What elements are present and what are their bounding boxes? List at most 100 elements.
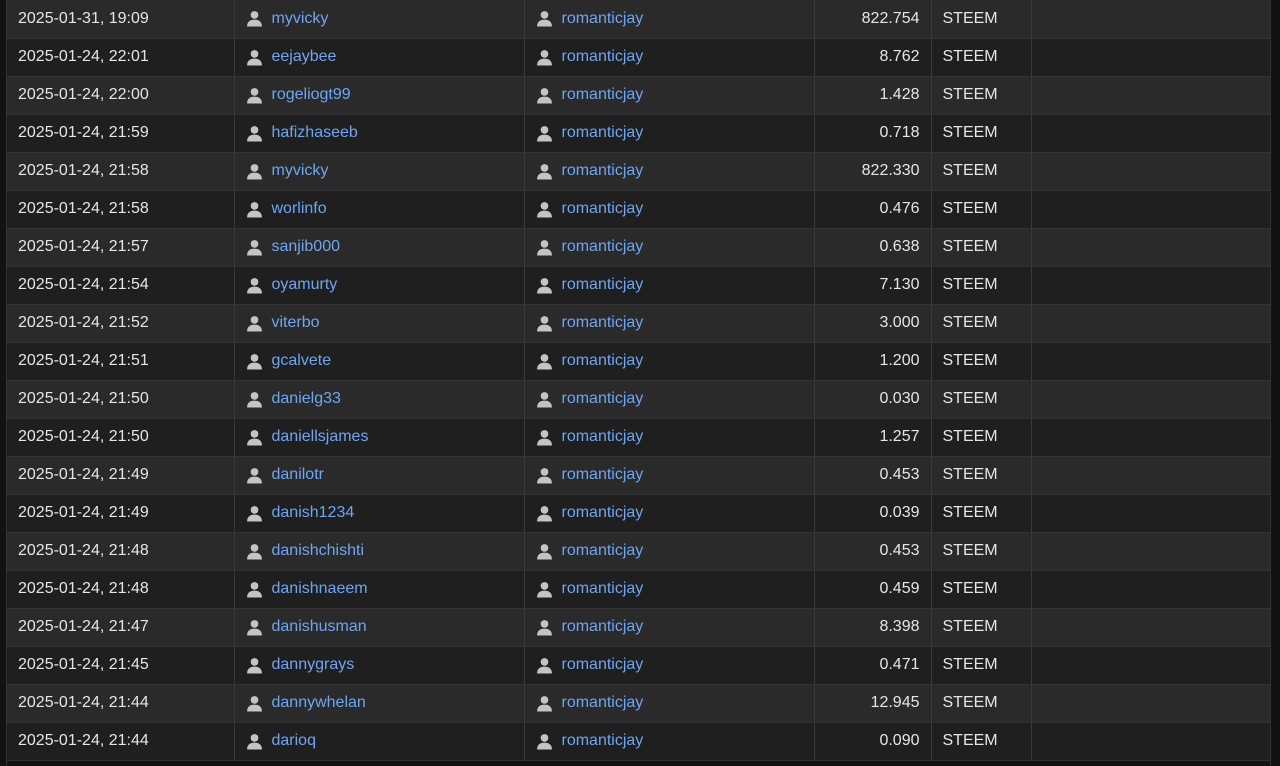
- table-row: 2025-01-24, 21:50 danielg33 romanticjay …: [7, 380, 1270, 419]
- transfer-date: 2025-01-24, 21:58: [7, 152, 235, 191]
- from-user-link[interactable]: darioq: [272, 732, 316, 750]
- from-user: dannygrays: [246, 656, 513, 674]
- transfer-from: danielg33: [234, 380, 525, 419]
- transfer-from: danishchishti: [234, 532, 525, 571]
- from-user-link[interactable]: dannygrays: [272, 656, 355, 674]
- user-icon: [536, 505, 552, 521]
- to-user: romanticjay: [536, 694, 803, 712]
- to-user-link[interactable]: romanticjay: [562, 162, 644, 180]
- transfer-to: romanticjay: [524, 570, 815, 609]
- to-user: romanticjay: [536, 390, 803, 408]
- transfer-amount: 822.330: [814, 152, 932, 191]
- from-user-link[interactable]: daniellsjames: [272, 428, 369, 446]
- user-icon: [246, 505, 262, 521]
- from-user-link[interactable]: danishusman: [272, 618, 367, 636]
- to-user-link[interactable]: romanticjay: [562, 200, 644, 218]
- transfers-table: 2025-01-31, 19:09 myvicky romanticjay 82…: [7, 0, 1270, 761]
- from-user-link[interactable]: sanjib000: [272, 238, 341, 256]
- transfer-to: romanticjay: [524, 114, 815, 153]
- transfer-from: danish1234: [234, 494, 525, 533]
- transfer-date-text: 2025-01-24, 21:59: [18, 124, 149, 141]
- from-user-link[interactable]: viterbo: [272, 314, 320, 332]
- transfer-to: romanticjay: [524, 418, 815, 457]
- transfer-from: myvicky: [234, 0, 525, 39]
- transfer-amount-text: 0.030: [879, 390, 920, 407]
- transfer-to: romanticjay: [524, 266, 815, 305]
- to-user-link[interactable]: romanticjay: [562, 504, 644, 522]
- transfer-from: danishnaeem: [234, 570, 525, 609]
- user-icon: [246, 239, 262, 255]
- transfer-from: myvicky: [234, 152, 525, 191]
- to-user-link[interactable]: romanticjay: [562, 580, 644, 598]
- to-user-link[interactable]: romanticjay: [562, 314, 644, 332]
- transfer-amount-text: 3.000: [879, 314, 920, 331]
- user-icon: [536, 87, 552, 103]
- transfer-asset: STEEM: [931, 304, 1032, 343]
- to-user-link[interactable]: romanticjay: [562, 352, 644, 370]
- from-user-link[interactable]: danielg33: [272, 390, 341, 408]
- transfer-date-text: 2025-01-24, 21:50: [18, 390, 149, 407]
- to-user: romanticjay: [536, 10, 803, 28]
- transfer-date-text: 2025-01-24, 21:47: [18, 618, 149, 635]
- to-user-link[interactable]: romanticjay: [562, 466, 644, 484]
- to-user-link[interactable]: romanticjay: [562, 276, 644, 294]
- to-user: romanticjay: [536, 162, 803, 180]
- to-user-link[interactable]: romanticjay: [562, 10, 644, 28]
- from-user: gcalvete: [246, 352, 513, 370]
- transfer-asset: STEEM: [931, 76, 1032, 115]
- from-user-link[interactable]: danish1234: [272, 504, 355, 522]
- to-user-link[interactable]: romanticjay: [562, 618, 644, 636]
- to-user-link[interactable]: romanticjay: [562, 124, 644, 142]
- transfer-amount: 0.459: [814, 570, 932, 609]
- user-icon: [246, 581, 262, 597]
- from-user-link[interactable]: danishchishti: [272, 542, 365, 560]
- transfer-memo: [1031, 722, 1270, 761]
- to-user: romanticjay: [536, 276, 803, 294]
- transfer-date-text: 2025-01-24, 21:52: [18, 314, 149, 331]
- transfer-date: 2025-01-31, 19:09: [7, 0, 235, 39]
- from-user-link[interactable]: worlinfo: [272, 200, 327, 218]
- from-user-link[interactable]: oyamurty: [272, 276, 338, 294]
- from-user-link[interactable]: rogeliogt99: [272, 86, 351, 104]
- table-row: 2025-01-24, 21:51 gcalvete romanticjay 1…: [7, 342, 1270, 381]
- transfer-date-text: 2025-01-24, 21:44: [18, 732, 149, 749]
- to-user-link[interactable]: romanticjay: [562, 48, 644, 66]
- to-user-link[interactable]: romanticjay: [562, 694, 644, 712]
- to-user-link[interactable]: romanticjay: [562, 656, 644, 674]
- from-user: danilotr: [246, 466, 513, 484]
- transfer-date-text: 2025-01-24, 21:54: [18, 276, 149, 293]
- to-user-link[interactable]: romanticjay: [562, 238, 644, 256]
- to-user-link[interactable]: romanticjay: [562, 542, 644, 560]
- transfer-from: darioq: [234, 722, 525, 761]
- transfers-table-container: 2025-01-31, 19:09 myvicky romanticjay 82…: [6, 0, 1271, 766]
- user-icon: [536, 657, 552, 673]
- table-row: 2025-01-24, 22:01 eejaybee romanticjay 8…: [7, 38, 1270, 77]
- transfer-memo: [1031, 456, 1270, 495]
- transfer-from: worlinfo: [234, 190, 525, 229]
- to-user-link[interactable]: romanticjay: [562, 86, 644, 104]
- user-icon: [246, 353, 262, 369]
- user-icon: [246, 87, 262, 103]
- to-user-link[interactable]: romanticjay: [562, 390, 644, 408]
- transfer-from: dannywhelan: [234, 684, 525, 723]
- to-user: romanticjay: [536, 618, 803, 636]
- transfer-amount: 8.762: [814, 38, 932, 77]
- from-user-link[interactable]: hafizhaseeb: [272, 124, 358, 142]
- transfer-date-text: 2025-01-24, 21:48: [18, 542, 149, 559]
- from-user-link[interactable]: eejaybee: [272, 48, 337, 66]
- transfer-asset-text: STEEM: [942, 656, 998, 673]
- user-icon: [246, 733, 262, 749]
- from-user-link[interactable]: danishnaeem: [272, 580, 368, 598]
- to-user-link[interactable]: romanticjay: [562, 732, 644, 750]
- table-row: 2025-01-24, 21:47 danishusman romanticja…: [7, 608, 1270, 647]
- transfer-amount: 0.039: [814, 494, 932, 533]
- from-user-link[interactable]: danilotr: [272, 466, 324, 484]
- from-user-link[interactable]: myvicky: [272, 162, 329, 180]
- from-user-link[interactable]: myvicky: [272, 10, 329, 28]
- to-user-link[interactable]: romanticjay: [562, 428, 644, 446]
- transfer-asset-text: STEEM: [942, 694, 998, 711]
- table-row: 2025-01-24, 21:58 myvicky romanticjay 82…: [7, 152, 1270, 191]
- from-user-link[interactable]: dannywhelan: [272, 694, 366, 712]
- transfer-memo: [1031, 494, 1270, 533]
- from-user-link[interactable]: gcalvete: [272, 352, 332, 370]
